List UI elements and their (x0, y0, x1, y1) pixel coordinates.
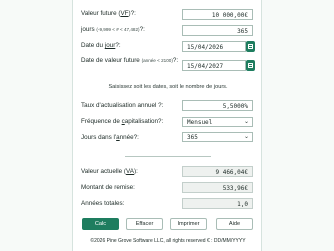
present-value-label-text: Valeur actuelle ( (81, 168, 127, 175)
total-years-output: 1,0 (182, 198, 253, 209)
calculator-panel: Valeur future (VF)?: 10 000,00€ jours (-… (72, 0, 262, 251)
total-years-label: Années totales: (81, 200, 125, 207)
discount-amount-label: Montant de remise: (81, 184, 135, 191)
future-date-label-text: Date de valeur future (81, 57, 140, 64)
current-date-label-suffix: ?: (115, 42, 121, 49)
divider (125, 156, 211, 157)
frequency-label-text: Fréquence de (81, 118, 122, 125)
days-per-year-label-suffix: nnée?: (119, 134, 139, 141)
present-value-accesskey: VA (126, 168, 134, 175)
days-per-year-label-text: Jours dans l' (81, 134, 117, 141)
present-value-label-suffix: ): (133, 168, 138, 175)
current-date-label: Date du jour?: (81, 42, 121, 50)
current-date-input[interactable]: 15/04/2026 (182, 41, 246, 52)
copyright-footer: ©2026 Pine Grove Software LLC, all right… (90, 238, 246, 244)
future-date-year-note: (année < 2100) (141, 58, 173, 63)
discount-amount-output: 533,96€ (182, 182, 253, 193)
calendar-icon (248, 44, 253, 49)
frequency-label: Fréquence de capitalisation?: (81, 118, 163, 126)
clear-button[interactable]: Effacer (126, 218, 163, 230)
days-per-year-value: 365 (187, 134, 198, 141)
future-value-label-suffix: )?: (128, 10, 136, 17)
days-label: jours (-9,999 < # < 47,482)?: (81, 26, 145, 34)
help-button[interactable]: Aide (216, 218, 253, 230)
future-value-input[interactable]: 10 000,00€ (182, 9, 253, 20)
current-date-accesskey: jour (104, 42, 116, 49)
present-value-output: 9 466,04€ (182, 166, 253, 177)
calendar-icon (248, 63, 253, 68)
days-label-suffix: ?: (139, 26, 145, 33)
current-date-calendar-button[interactable] (246, 41, 255, 52)
future-date-calendar-button[interactable] (246, 60, 255, 71)
future-value-label-text: Valeur future ( (81, 10, 121, 17)
future-date-input[interactable]: 15/04/2027 (182, 60, 246, 71)
dates-or-days-hint: Saisissez soit les dates, soit le nombre… (108, 84, 228, 90)
compounding-frequency-select[interactable]: Mensuel ⌄ (182, 117, 253, 127)
days-label-text: jours (81, 26, 95, 33)
days-per-year-label: Jours dans l'année?: (81, 134, 139, 142)
rate-label: Taux d'actualisation annuel ?: (81, 102, 164, 109)
chevron-down-icon: ⌄ (243, 118, 249, 125)
compounding-frequency-value: Mensuel (187, 119, 213, 126)
chevron-down-icon: ⌄ (243, 133, 249, 140)
discount-rate-input[interactable]: 5,5000% (182, 100, 253, 111)
days-range-note: (-9,999 < # < 47,482) (96, 27, 140, 32)
days-input[interactable]: 365 (182, 25, 253, 36)
days-per-year-select[interactable]: 365 ⌄ (182, 132, 253, 142)
future-value-label: Valeur future (VF)?: (81, 10, 136, 18)
frequency-label-suffix: apitalisation?: (124, 118, 164, 125)
current-date-label-text: Date du (81, 42, 105, 49)
future-date-label: Date de valeur future (année < 2100)?: (81, 57, 178, 65)
future-date-label-suffix: ?: (172, 57, 179, 64)
calc-button[interactable]: Calc (82, 218, 119, 230)
print-button[interactable]: Imprimer (170, 218, 207, 230)
present-value-label: Valeur actuelle (VA): (81, 168, 138, 176)
